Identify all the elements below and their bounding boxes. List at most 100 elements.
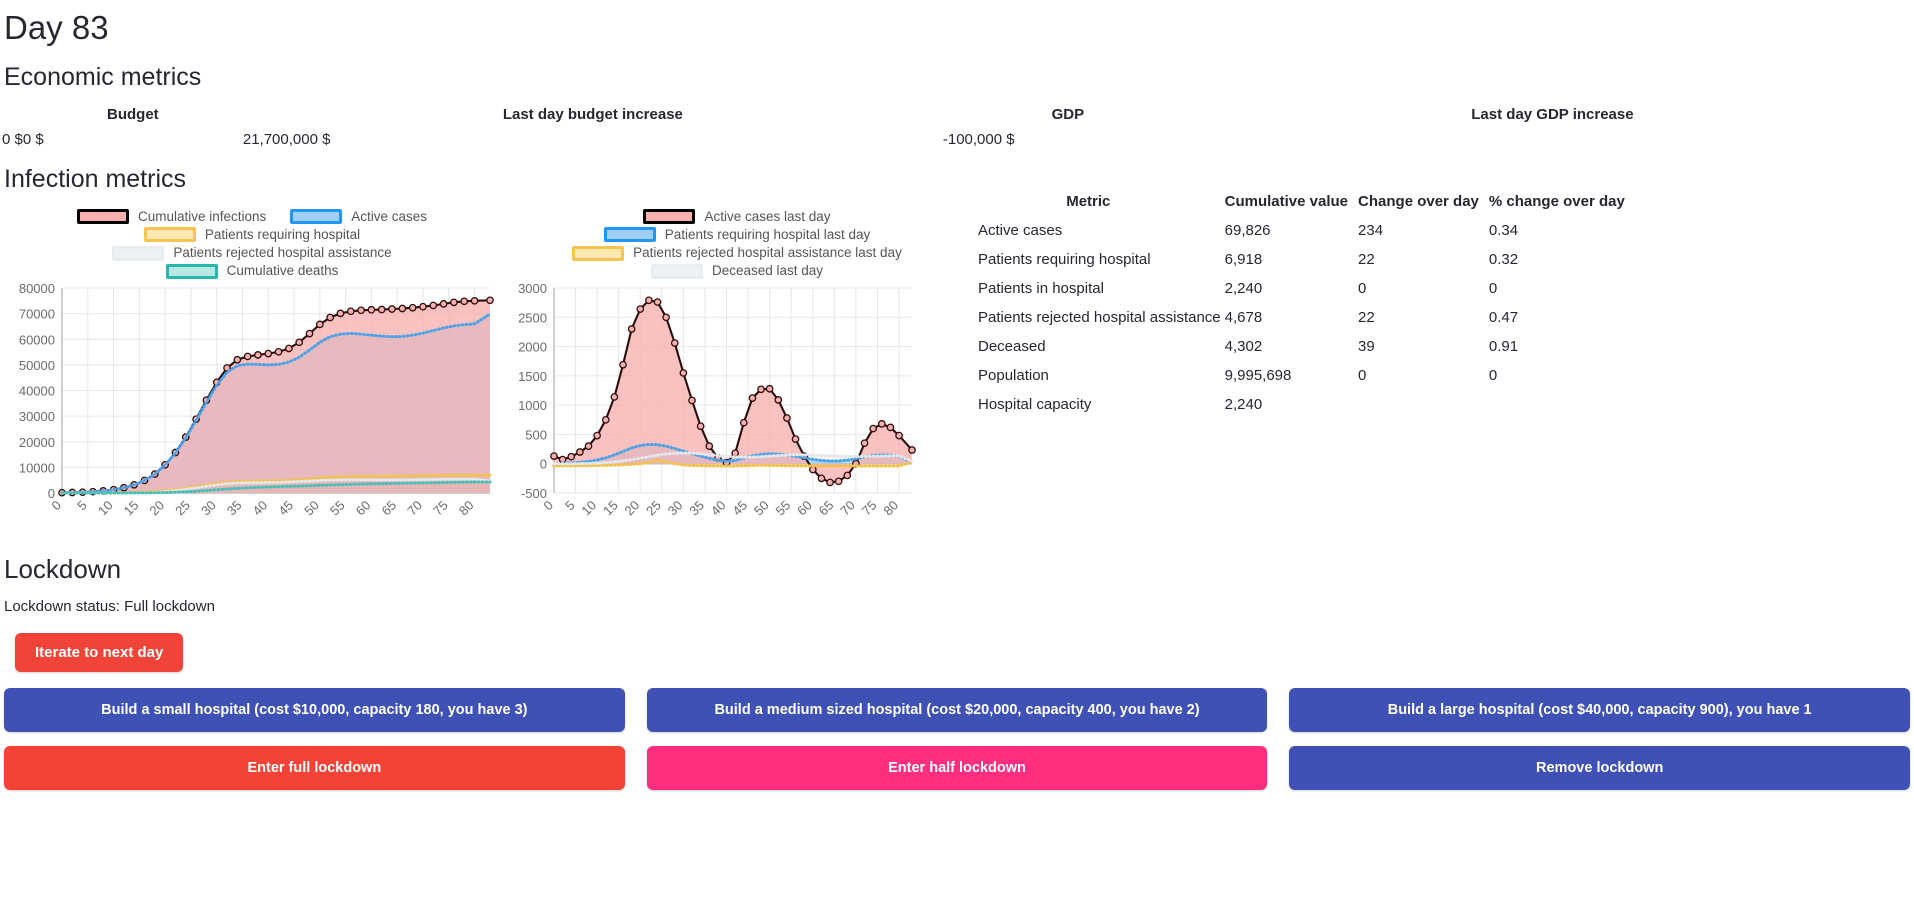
table-row: Active cases 69,826 234 0.34	[978, 219, 1635, 248]
svg-text:80: 80	[880, 498, 901, 519]
legend-swatch-patients-rejected-last-day	[572, 245, 625, 261]
legend-label-patients-rejected-last-day: Patients rejected hospital assistance la…	[633, 245, 902, 261]
svg-text:60: 60	[794, 498, 815, 519]
metric-cell-cumulative: 6,918	[1224, 250, 1263, 268]
enter-half-lockdown-button[interactable]: Enter half lockdown	[646, 745, 1268, 790]
svg-text:30000: 30000	[19, 410, 55, 425]
table-row: Deceased 4,302 39 0.91	[978, 335, 1635, 364]
svg-text:55: 55	[773, 498, 794, 519]
economic-header-spacer	[2, 102, 23, 129]
legend-item-patients-rejected[interactable]: Patients rejected hospital assistance	[112, 244, 392, 262]
legend-item-patients-rejected-last-day[interactable]: Patients rejected hospital assistance la…	[572, 244, 902, 262]
legend-label-cumulative-deaths: Cumulative deaths	[226, 263, 339, 279]
lockdown-button-row: Enter full lockdown Enter half lockdown …	[2, 745, 1912, 790]
svg-text:35: 35	[224, 498, 245, 519]
economic-value-last-day-gdp-increase: -100,000 $	[942, 130, 1015, 148]
iterate-to-next-day-button[interactable]: Iterate to next day	[15, 632, 184, 672]
metric-cell-change: 22	[1358, 250, 1375, 268]
build-large-hospital-button[interactable]: Build a large hospital (cost $40,000, ca…	[1289, 687, 1911, 732]
svg-text:50: 50	[751, 498, 772, 519]
build-small-hospital-button[interactable]: Build a small hospital (cost $10,000, ca…	[4, 687, 625, 732]
economic-metrics-table: Budget Last day budget increase GDP Last…	[2, 102, 1912, 154]
daily-infections-chart[interactable]: -5000500100015002000250030000 5 10 15 20 25 30…	[502, 280, 922, 535]
svg-text:20: 20	[146, 498, 167, 519]
svg-text:1500: 1500	[518, 369, 547, 384]
build-medium-hospital-button[interactable]: Build a medium sized hospital (cost $20,…	[646, 687, 1268, 732]
infection-metrics-table-wrap: Metric Cumulative value Change over day …	[972, 190, 1635, 422]
svg-text:15: 15	[600, 498, 621, 519]
remove-lockdown-button[interactable]: Remove lockdown	[1289, 745, 1911, 790]
svg-text:2000: 2000	[518, 340, 547, 355]
table-row: Patients in hospital 2,240 0 0	[978, 277, 1635, 306]
metric-cell-cumulative: 2,240	[1224, 279, 1263, 297]
economic-header-last-day-budget-increase: Last day budget increase	[502, 105, 683, 123]
metric-cell-name: Hospital capacity	[978, 395, 1092, 413]
svg-text:65: 65	[378, 498, 399, 519]
metric-cell-pct: 0.32	[1488, 250, 1519, 268]
svg-text:0: 0	[540, 457, 547, 472]
daily-chart-block: Active cases last day Patients requiring…	[502, 204, 972, 541]
legend-item-active-cases-last-day[interactable]: Active cases last day	[643, 208, 831, 226]
svg-text:500: 500	[525, 428, 547, 443]
svg-text:60000: 60000	[19, 333, 55, 348]
legend-item-patients-requiring-hospital-last-day[interactable]: Patients requiring hospital last day	[603, 226, 870, 244]
legend-swatch-patients-rejected	[112, 245, 165, 261]
economic-value-budget: 0 $	[2, 130, 23, 148]
cumulative-infections-chart[interactable]: 0 10000 20000 30000 40000 50000 60000 70000 8000…	[2, 280, 502, 535]
legend-line-3: Patients rejected hospital assistance	[112, 244, 392, 262]
svg-text:3000: 3000	[518, 281, 547, 296]
metric-cell-name: Patients rejected hospital assistance	[978, 308, 1221, 326]
economic-header-budget: Budget	[107, 105, 159, 123]
table-row: Population 9,995,698 0 0	[978, 364, 1635, 393]
legend-line-2: Patients requiring hospital	[143, 226, 361, 244]
svg-text:75: 75	[859, 498, 880, 519]
svg-text:25: 25	[643, 498, 664, 519]
metric-cell-name: Deceased	[978, 337, 1046, 355]
metric-cell-name: Patients requiring hospital	[978, 250, 1151, 268]
metric-cell-pct: 0.34	[1488, 221, 1519, 239]
legend-line-r1: Active cases last day	[643, 208, 831, 226]
legend-label-patients-requiring-hospital: Patients requiring hospital	[204, 226, 361, 242]
legend-label-active-cases: Active cases	[351, 208, 428, 224]
metric-cell-name: Patients in hospital	[978, 279, 1104, 297]
metric-cell-cumulative: 4,678	[1224, 308, 1263, 326]
legend-line-r3: Patients rejected hospital assistance la…	[572, 244, 902, 262]
legend-item-deceased-last-day[interactable]: Deceased last day	[650, 262, 824, 280]
legend-item-patients-requiring-hospital[interactable]: Patients requiring hospital	[143, 226, 361, 244]
svg-text:5: 5	[562, 498, 578, 514]
svg-text:70000: 70000	[19, 307, 55, 322]
metric-cell-pct: 0	[1488, 279, 1498, 297]
legend-label-deceased-last-day: Deceased last day	[711, 263, 824, 279]
table-row: Patients rejected hospital assistance 4,6…	[978, 306, 1635, 335]
svg-text:50000: 50000	[19, 358, 55, 373]
legend-item-cumulative-deaths[interactable]: Cumulative deaths	[165, 262, 339, 280]
metric-cell-change: 234	[1358, 221, 1384, 239]
svg-text:30: 30	[198, 498, 219, 519]
svg-text:0: 0	[48, 498, 64, 514]
economic-metrics-heading: Economic metrics	[4, 62, 202, 91]
legend-swatch-active-cases-last-day	[643, 209, 696, 225]
economic-value-spacer	[1193, 129, 1912, 154]
infection-metrics-table: Metric Cumulative value Change over day …	[978, 190, 1635, 422]
svg-text:5: 5	[74, 498, 90, 514]
economic-value-row: 0 $ 0 $ 21,700,000 $ -100,000 $	[2, 129, 1912, 154]
legend-item-cumulative-infections[interactable]: Cumulative infections	[76, 208, 266, 226]
infection-header-cumulative-value: Cumulative value	[1224, 192, 1349, 210]
svg-text:0: 0	[540, 498, 556, 514]
enter-full-lockdown-button[interactable]: Enter full lockdown	[4, 745, 625, 790]
cumulative-chart-block: Cumulative infections Active cases Patie…	[2, 204, 502, 541]
legend-swatch-patients-requiring-hospital	[143, 227, 196, 243]
svg-text:40: 40	[708, 498, 729, 519]
legend-line-r4: Deceased last day	[650, 262, 824, 280]
legend-item-active-cases[interactable]: Active cases	[290, 208, 427, 226]
svg-text:20000: 20000	[19, 435, 55, 450]
svg-text:2500: 2500	[518, 311, 547, 326]
legend-swatch-cumulative-infections	[76, 209, 129, 225]
legend-line-4: Cumulative deaths	[165, 262, 339, 280]
metric-cell-pct: 0.91	[1488, 337, 1519, 355]
svg-text:75: 75	[430, 498, 451, 519]
legend-swatch-patients-requiring-hospital-last-day	[603, 227, 656, 243]
daily-chart-legend: Active cases last day Patients requiring…	[502, 204, 972, 281]
svg-text:55: 55	[327, 498, 348, 519]
table-row: Hospital capacity 2,240	[978, 393, 1635, 422]
